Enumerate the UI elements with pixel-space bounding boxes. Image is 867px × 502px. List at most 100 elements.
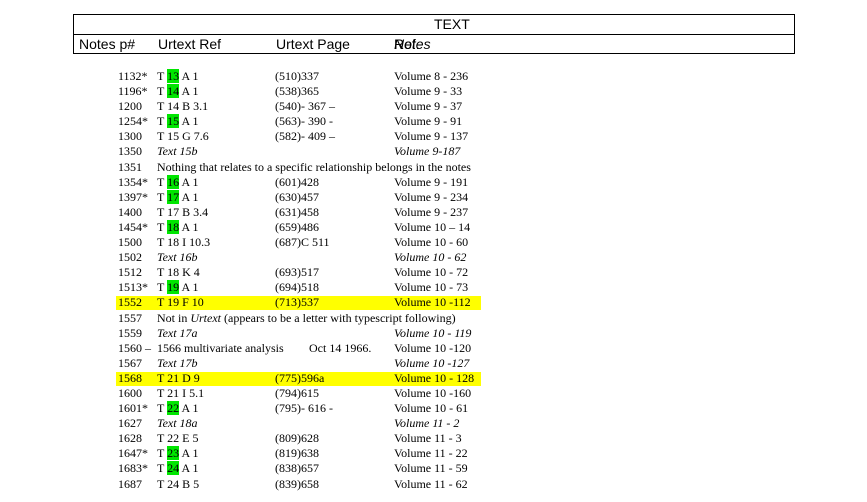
table-row: 1300 T 15 G 7.6 (582)- 409 – Volume 9 - 137 <box>0 129 867 144</box>
notes-ref: Volume 10 - 60 <box>394 235 469 250</box>
table-row: 1567 Text 17b Volume 10 -127 <box>0 356 867 371</box>
urtext-ref: Text 17b <box>157 355 198 370</box>
header-title-row: TEXT <box>74 15 794 35</box>
note-number: 1559 <box>118 325 142 340</box>
urtext-ref-highlight: 23 <box>167 446 180 461</box>
notes-ref: Volume 11 - 22 <box>394 446 468 461</box>
notes-ref: Volume 10 - 72 <box>394 265 469 280</box>
urtext-ref-highlight: 18 <box>167 219 180 234</box>
urtext-page: (795)- 616 - <box>275 401 333 416</box>
note-number: 1513* <box>118 280 148 295</box>
notes-ref: Volume 10 -112 <box>394 295 471 310</box>
urtext-page: (687)C 511 <box>275 235 330 250</box>
note-number: 1568 <box>118 370 142 385</box>
note-number: 1350 <box>118 144 142 159</box>
table-row: 1354* T 16 A 1 (601)428 Volume 9 - 191 <box>0 174 867 190</box>
urtext-ref: T 24 B 5 <box>157 476 200 491</box>
header-columns-row: Notes p# Urtext Ref Urtext Page Notes Re… <box>74 35 794 54</box>
urtext-ref-suffix: A 1 <box>179 114 199 129</box>
urtext-page: (538)365 <box>275 84 319 99</box>
urtext-ref: T 19 A 1 <box>157 280 198 295</box>
table-row: 1600 T 21 I 5.1 (794)615 Volume 10 -160 <box>0 386 867 401</box>
urtext-ref: T 14 B 3.1 <box>157 99 209 114</box>
note-number: 1647* <box>118 446 148 461</box>
urtext-ref-prefix: T <box>157 401 168 416</box>
urtext-ref-prefix: T <box>157 69 168 83</box>
notes-ref: Volume 9 - 33 <box>394 84 463 99</box>
table-row: 1254* T 15 A 1 (563)- 390 - Volume 9 - 91 <box>0 114 867 129</box>
table-row: 1627 Text 18a Volume 11 - 2 <box>0 416 867 431</box>
note-number: 1552 <box>118 295 142 310</box>
table-row: 1512 T 18 K 4 (693)517 Volume 10 - 72 <box>0 265 867 280</box>
table-row: 1601* T 22 A 1 (795)- 616 - Volume 10 - 61 <box>0 401 867 416</box>
note-number: 1132* <box>118 69 148 83</box>
note-number: 1557 <box>118 310 142 325</box>
note-number: 1200 <box>118 99 142 114</box>
urtext-ref: Text 17a <box>157 325 198 340</box>
urtext-ref: T 14 A 1 <box>157 84 198 99</box>
table-row: 1513* T 19 A 1 (694)518 Volume 10 - 73 <box>0 280 867 295</box>
row-note: Nothing that relates to a specific relat… <box>157 159 471 174</box>
urtext-ref-suffix: A 1 <box>179 69 199 83</box>
urtext-ref-suffix: A 1 <box>179 84 199 99</box>
urtext-ref: T 18 A 1 <box>157 219 199 235</box>
col-urtext-ref: Urtext Ref <box>158 36 222 52</box>
col-notes-page: Notes p# <box>79 36 136 52</box>
highlighted-row: 1568 T 21 D 9 (775)596a Volume 10 - 128 <box>0 371 867 386</box>
urtext-page: (819)638 <box>275 446 319 461</box>
urtext-ref: T 18 I 10.3 <box>157 235 211 250</box>
note-number: 1687 <box>118 476 142 491</box>
urtext-ref: T 17 B 3.4 <box>157 204 209 219</box>
urtext-ref-suffix: A 1 <box>179 219 199 234</box>
table-row: 1351 Nothing that relates to a specific r… <box>0 160 867 175</box>
table-row: 1683* T 24 A 1 (838)657 Volume 11 - 59 <box>0 461 867 476</box>
table-row: 1628 T 22 E 5 (809)628 Volume 11 - 3 <box>0 431 867 446</box>
urtext-ref: T 19 F 10 <box>157 295 204 310</box>
urtext-ref-suffix: A 1 <box>179 174 199 189</box>
notes-ref: Volume 9 - 237 <box>394 204 469 219</box>
urtext-ref-prefix: T <box>157 446 168 461</box>
table-row: 1400 T 17 B 3.4 (631)458 Volume 9 - 237 <box>0 205 867 220</box>
notes-ref: Volume 11 - 3 <box>394 431 462 446</box>
urtext-ref-prefix: T <box>157 219 168 234</box>
notes-ref: Volume 10 -120 <box>394 340 472 355</box>
urtext-ref: T 21 D 9 <box>157 370 200 385</box>
table-row: 1196* T 14 A 1 (538)365 Volume 9 - 33 <box>0 84 867 99</box>
notes-list: 1132* T 13 A 1 (510)337 Volume 8 - 236 1196*… <box>0 69 867 492</box>
notes-ref: Volume 11 - 62 <box>394 476 468 491</box>
urtext-ref: T 15 A 1 <box>157 114 198 129</box>
table-row: 1687 T 24 B 5 (839)658 Volume 11 - 62 <box>0 477 867 492</box>
urtext-ref-prefix: T <box>157 189 168 204</box>
notes-ref: Volume 10 - 62 <box>394 250 467 265</box>
table-row: 1647* T 23 A 1 (819)638 Volume 11 - 22 <box>0 446 867 461</box>
table-row: 1557 Not in Urtext (appears to be a lette… <box>0 311 867 326</box>
urtext-ref: T 17 A 1 <box>157 189 198 205</box>
note-number: 1683* <box>118 461 148 476</box>
urtext-ref: T 15 G 7.6 <box>157 129 209 144</box>
urtext-page: (563)- 390 - <box>275 114 333 129</box>
urtext-page: (794)615 <box>275 385 319 400</box>
table-row: 1200 T 14 B 3.1 (540)- 367 – Volume 9 - 37 <box>0 99 867 114</box>
row-note-part: Urtext <box>190 310 221 325</box>
urtext-ref: 1566 multivariate analysis <box>157 340 284 355</box>
note-number: 1397* <box>118 189 148 204</box>
table-row: 1559 Text 17a Volume 10 - 119 <box>0 326 867 341</box>
note-number: 1512 <box>118 265 142 280</box>
urtext-ref: Text 15b <box>157 144 198 159</box>
urtext-ref-highlight: 13 <box>167 69 180 83</box>
urtext-ref: T 24 A 1 <box>157 461 198 476</box>
note-number: 1567 <box>118 355 142 370</box>
urtext-ref: T 21 I 5.1 <box>157 385 205 400</box>
notes-ref: Volume 9 - 191 <box>394 174 469 189</box>
note-number: 1400 <box>118 204 142 219</box>
row-note: Not in Urtext (appears to be a letter wi… <box>157 311 456 326</box>
table-row: 1502 Text 16b Volume 10 - 62 <box>0 250 867 265</box>
urtext-ref-suffix: A 1 <box>179 401 199 416</box>
notes-ref: Volume 11 - 59 <box>394 461 468 476</box>
urtext-page: (694)518 <box>275 280 319 295</box>
urtext-ref-highlight: 19 <box>167 280 180 295</box>
urtext-ref-highlight: 16 <box>167 174 180 189</box>
notes-ref: Volume 10 - 73 <box>394 280 469 295</box>
note-number: 1351 <box>118 159 142 174</box>
urtext-ref-suffix: A 1 <box>179 280 199 295</box>
